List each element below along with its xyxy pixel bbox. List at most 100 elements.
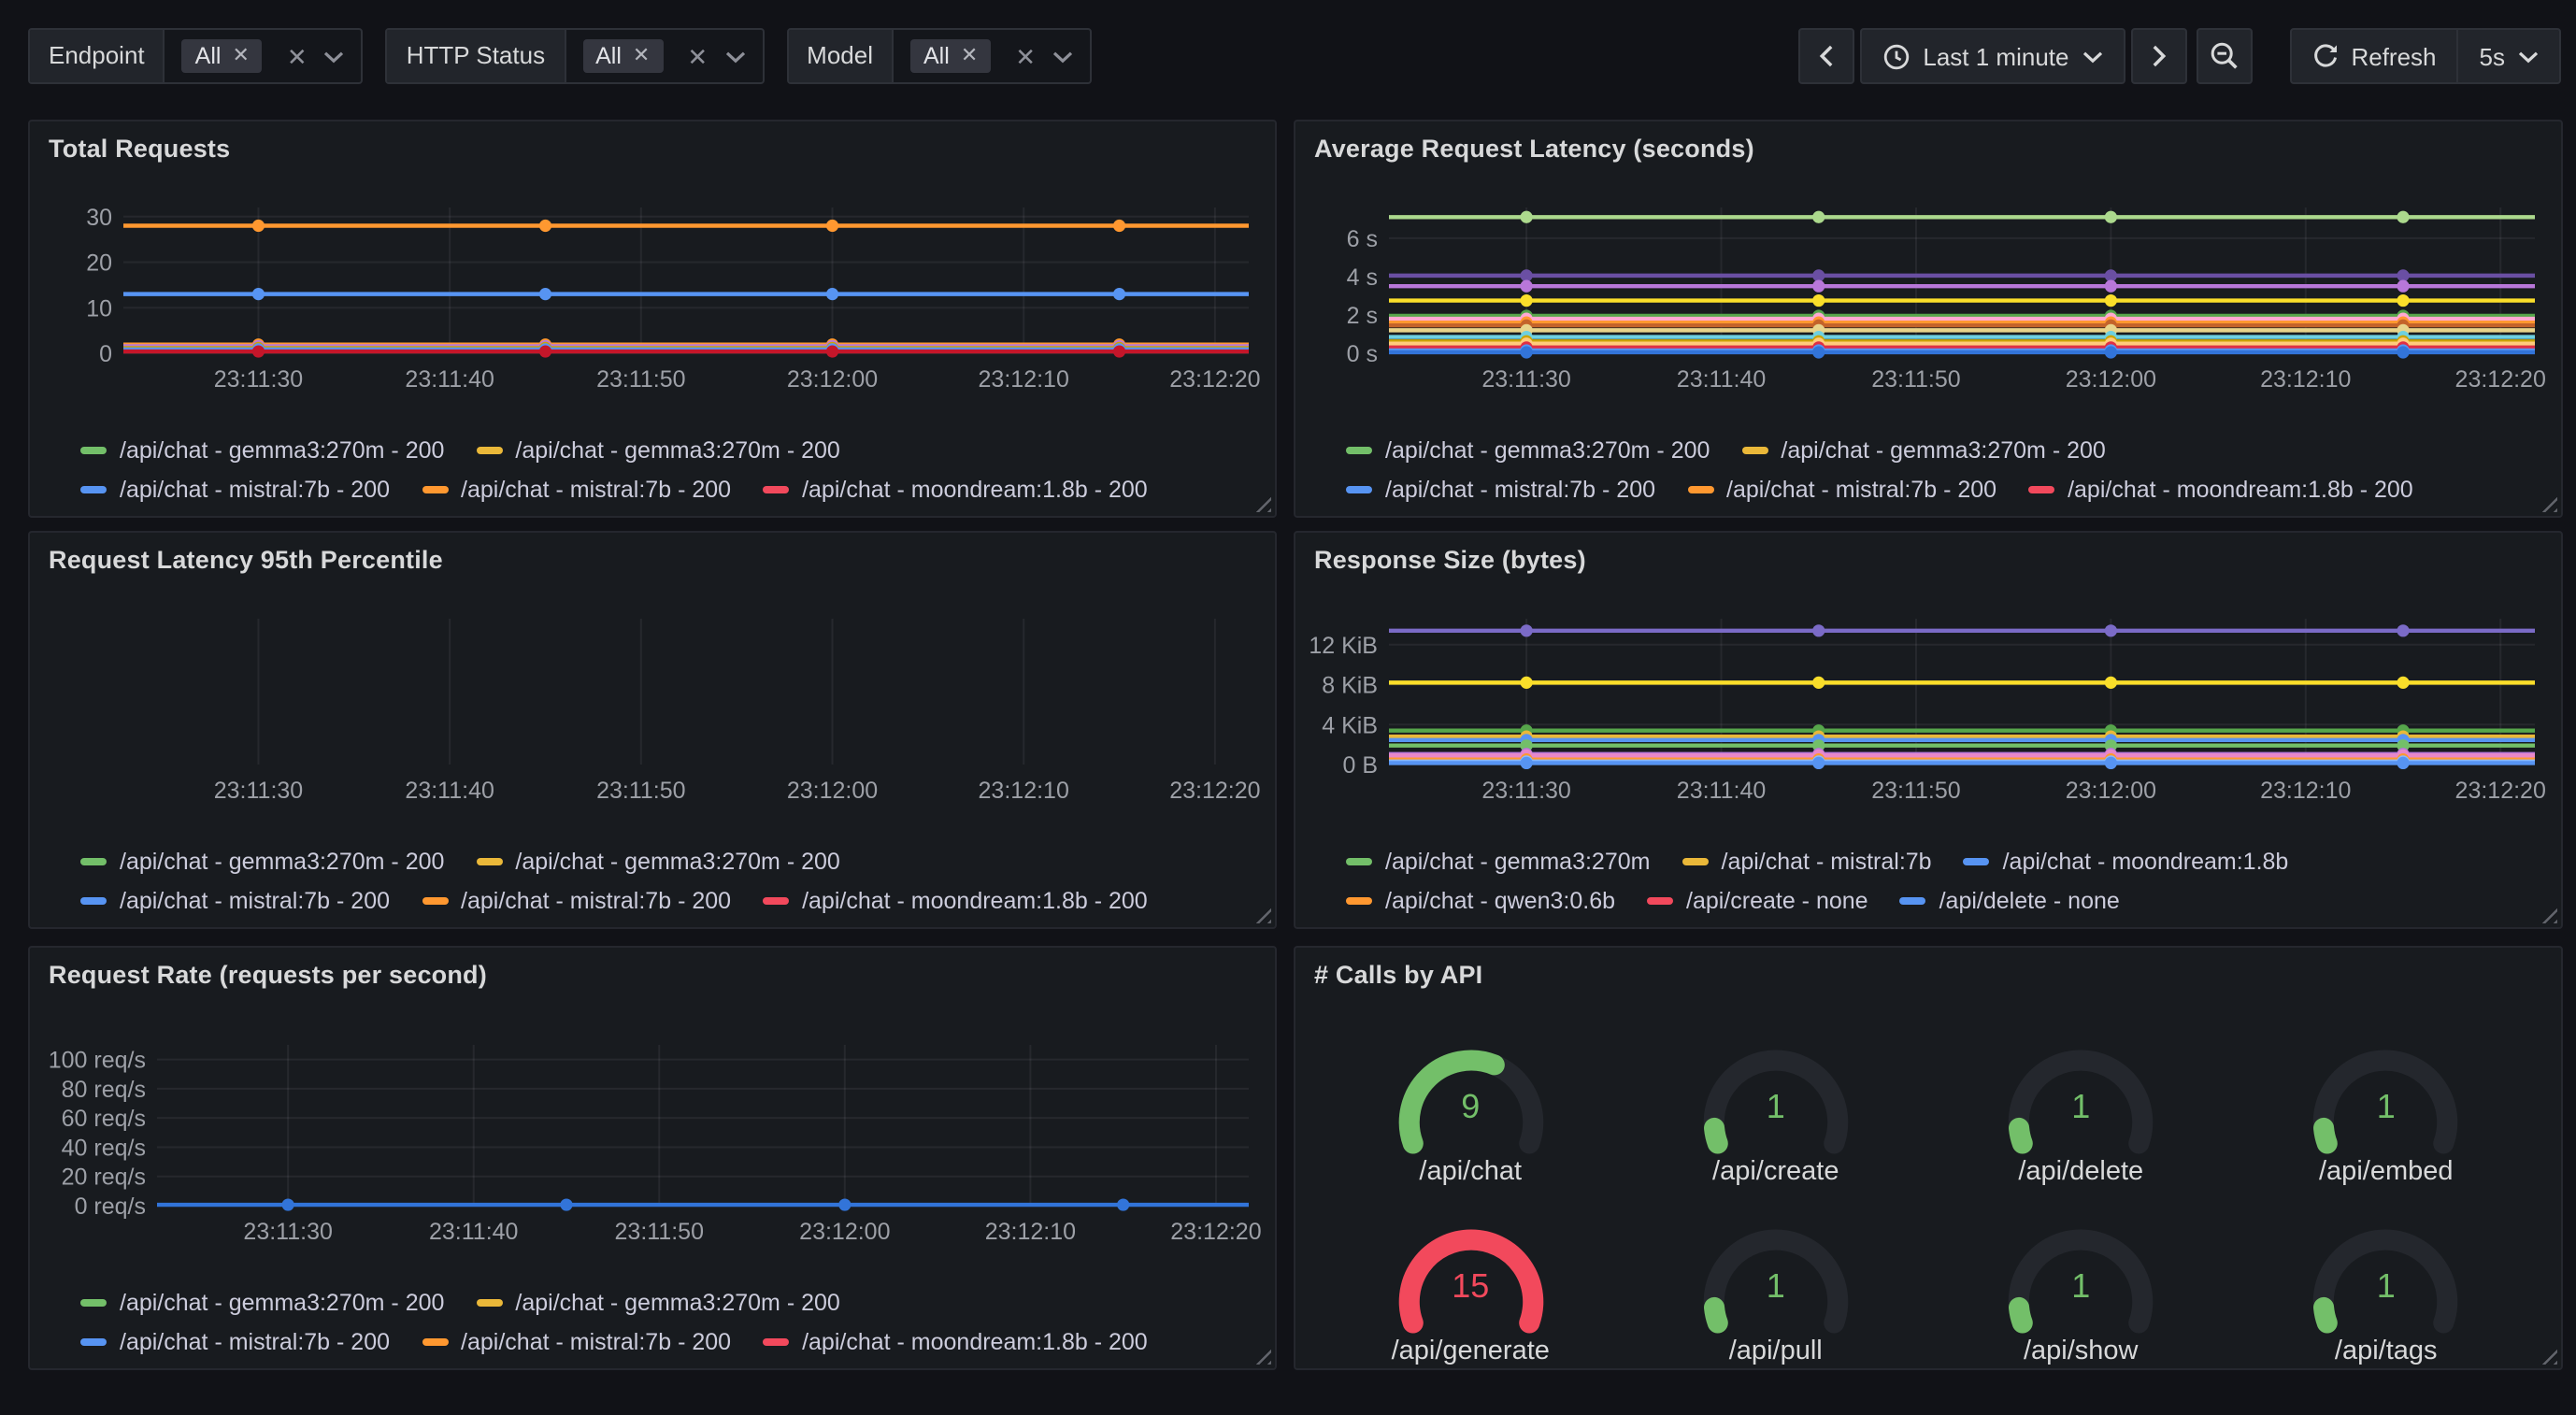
gauge-value-arc: [2325, 1128, 2328, 1143]
legend-label: /api/chat - gemma3:270m: [1385, 849, 1651, 875]
chip-remove-icon[interactable]: ✕: [633, 46, 650, 66]
legend-item[interactable]: /api/chat - mistral:7b - 200: [422, 477, 731, 503]
legend-item[interactable]: /api/chat - moondream:1.8b - 200: [763, 477, 1148, 503]
gauge-value: 9: [1384, 1088, 1556, 1127]
y-tick-label: 60 req/s: [62, 1106, 146, 1132]
chip-remove-icon[interactable]: ✕: [961, 46, 978, 66]
legend-swatch-icon: [422, 897, 448, 905]
legend-item[interactable]: /api/chat - mistral:7b - 200: [1346, 477, 1655, 503]
refresh-button[interactable]: Refresh: [2291, 30, 2456, 82]
filter-label: Model: [788, 30, 894, 82]
legend-label: /api/chat - mistral:7b - 200: [461, 1329, 731, 1355]
refresh-interval-dropdown[interactable]: 5s: [2459, 30, 2559, 82]
legend-item[interactable]: /api/chat - mistral:7b - 200: [422, 1329, 731, 1355]
legend-item[interactable]: /api/chat - moondream:1.8b: [1964, 849, 2289, 875]
legend-item[interactable]: /api/chat - gemma3:270m - 200: [80, 437, 444, 464]
gauge-grid: 9/api/chat1/api/create1/api/delete1/api/…: [1318, 1015, 2539, 1361]
filter-label: HTTP Status: [388, 30, 565, 82]
legend-item[interactable]: /api/chat - gemma3:270m - 200: [1741, 437, 2105, 464]
data-point: [826, 345, 838, 357]
filter-value-dropdown[interactable]: All ✕ ✕: [565, 30, 762, 82]
gauge-value: 1: [1690, 1267, 1862, 1307]
legend-item[interactable]: /api/chat - mistral:7b - 200: [422, 888, 731, 914]
legend-item[interactable]: /api/chat - mistral:7b - 200: [1687, 477, 1996, 503]
panel-average-request-latency: Average Request Latency (seconds) 0 s2 s…: [1294, 120, 2563, 518]
legend-label: /api/chat - gemma3:270m - 200: [120, 849, 444, 875]
clear-filter-icon[interactable]: ✕: [687, 44, 708, 68]
y-tick-label: 2 s: [1347, 303, 1378, 329]
legend-item[interactable]: /api/chat - qwen3:0.6b: [1346, 888, 1615, 914]
chevron-down-icon[interactable]: [324, 50, 345, 63]
data-point: [252, 220, 265, 232]
refresh-group: Refresh 5s: [2289, 28, 2561, 84]
legend-swatch-icon: [422, 486, 448, 493]
legend-item[interactable]: /api/create - none: [1647, 888, 1868, 914]
filter-chip-label: All: [923, 45, 950, 68]
legend-item[interactable]: /api/chat - gemma3:270m - 200: [80, 1290, 444, 1316]
panel-title[interactable]: # Calls by API: [1314, 961, 1482, 989]
data-point: [560, 1198, 572, 1210]
data-point: [1521, 757, 1533, 769]
y-tick-label: 0: [99, 341, 112, 367]
legend-label: /api/chat - mistral:7b - 200: [120, 1329, 390, 1355]
x-tick-label: 23:11:50: [615, 1219, 704, 1245]
y-tick-label: 4 s: [1347, 264, 1378, 291]
x-tick-label: 23:12:20: [1170, 1219, 1261, 1245]
legend-row: /api/chat - gemma3:270m - 200/api/chat -…: [1346, 437, 2546, 464]
data-point: [1521, 677, 1533, 689]
zoom-out-time-button[interactable]: [2196, 28, 2252, 84]
legend-swatch-icon: [1346, 486, 1372, 493]
legend-item[interactable]: /api/chat - mistral:7b - 200: [80, 477, 390, 503]
filter-chip[interactable]: All ✕: [910, 40, 991, 73]
y-tick-label: 10: [86, 295, 112, 322]
filter-value-dropdown[interactable]: All ✕ ✕: [894, 30, 1090, 82]
legend-item[interactable]: /api/chat - mistral:7b - 200: [80, 1329, 390, 1355]
x-tick-label: 23:12:20: [1169, 778, 1260, 804]
filter-chip[interactable]: All ✕: [182, 40, 263, 73]
legend-item[interactable]: /api/delete - none: [1900, 888, 2120, 914]
legend-swatch-icon: [476, 858, 502, 865]
legend: /api/chat - gemma3:270m - 200/api/chat -…: [1346, 424, 2546, 503]
clear-filter-icon[interactable]: ✕: [287, 44, 308, 68]
legend-swatch-icon: [1682, 858, 1709, 865]
legend-item[interactable]: /api/chat - gemma3:270m - 200: [80, 849, 444, 875]
legend: /api/chat - gemma3:270m - 200/api/chat -…: [80, 1277, 1260, 1355]
y-tick-label: 20: [86, 250, 112, 277]
legend-item[interactable]: /api/chat - gemma3:270m - 200: [1346, 437, 1710, 464]
legend-row: /api/chat - gemma3:270m - 200/api/chat -…: [80, 849, 1260, 875]
y-tick-label: 4 KiB: [1322, 712, 1378, 738]
data-point: [2397, 269, 2409, 281]
time-shift-back-button[interactable]: [1797, 28, 1853, 84]
legend-item[interactable]: /api/chat - moondream:1.8b - 200: [763, 1329, 1148, 1355]
legend-item[interactable]: /api/chat - gemma3:270m - 200: [476, 1290, 839, 1316]
data-point: [252, 345, 265, 357]
chevron-down-icon: [2518, 50, 2539, 63]
data-point: [252, 288, 265, 300]
gauge-arc: 1: [1690, 1019, 1862, 1157]
legend-item[interactable]: /api/chat - gemma3:270m - 200: [476, 437, 839, 464]
legend-swatch-icon: [1900, 897, 1926, 905]
legend-item[interactable]: /api/chat - moondream:1.8b - 200: [2028, 477, 2413, 503]
chevron-down-icon[interactable]: [724, 50, 745, 63]
filter-chip[interactable]: All ✕: [582, 40, 663, 73]
x-tick-label: 23:12:10: [2260, 366, 2351, 393]
time-shift-forward-button[interactable]: [2130, 28, 2186, 84]
panel-resize-grip-icon[interactable]: [2539, 1346, 2557, 1365]
legend-swatch-icon: [1964, 858, 1990, 865]
legend-item[interactable]: /api/chat - gemma3:270m: [1346, 849, 1651, 875]
gauge-label: /api/embed: [2319, 1157, 2454, 1187]
legend-item[interactable]: /api/chat - mistral:7b: [1682, 849, 1932, 875]
legend-item[interactable]: /api/chat - moondream:1.8b - 200: [763, 888, 1148, 914]
data-point: [2105, 346, 2117, 358]
legend-item[interactable]: /api/chat - mistral:7b - 200: [80, 888, 390, 914]
data-point: [539, 345, 551, 357]
gauge-arc: 1: [2300, 1019, 2472, 1157]
clear-filter-icon[interactable]: ✕: [1015, 44, 1036, 68]
y-tick-label: 12 KiB: [1309, 633, 1378, 659]
chevron-down-icon[interactable]: [1052, 50, 1073, 63]
chip-remove-icon[interactable]: ✕: [232, 46, 249, 66]
x-tick-label: 23:12:10: [985, 1219, 1076, 1245]
time-range-picker[interactable]: Last 1 minute: [1859, 28, 2125, 84]
filter-value-dropdown[interactable]: All ✕ ✕: [165, 30, 362, 82]
legend-item[interactable]: /api/chat - gemma3:270m - 200: [476, 849, 839, 875]
